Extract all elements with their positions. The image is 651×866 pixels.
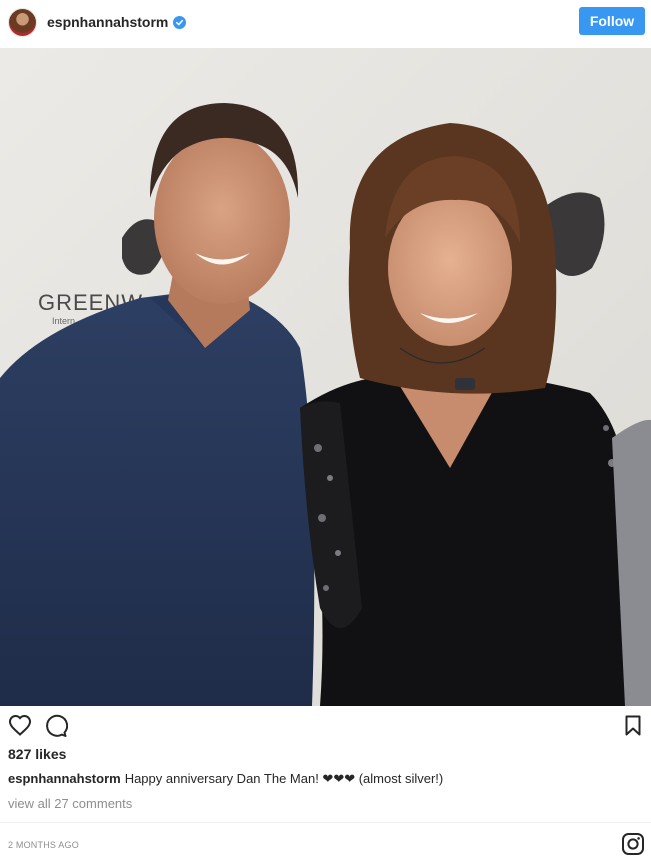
man-shirt [0, 288, 315, 706]
post-timestamp[interactable]: 2 MONTHS AGO [8, 840, 79, 850]
caption: espnhannahstorm Happy anniversary Dan The… [8, 771, 443, 787]
like-count[interactable]: 827 likes [8, 746, 66, 762]
verified-badge-icon [173, 15, 187, 29]
comment-icon[interactable] [44, 714, 69, 743]
woman-pendant [455, 378, 475, 390]
post-photo[interactable]: GREENW Intern [0, 48, 651, 706]
instagram-icon[interactable] [621, 832, 645, 861]
header-username[interactable]: espnhannahstorm [47, 14, 168, 30]
follow-button[interactable]: Follow [579, 7, 645, 35]
post-header: espnhannahstorm Follow [0, 0, 651, 44]
divider [0, 822, 651, 823]
action-bar [0, 710, 651, 744]
caption-username[interactable]: espnhannahstorm [8, 771, 121, 786]
view-comments-link[interactable]: view all 27 comments [8, 796, 132, 811]
avatar[interactable] [8, 7, 37, 37]
heart-icon[interactable] [8, 714, 32, 741]
caption-text: Happy anniversary Dan The Man! ❤❤❤ (almo… [124, 771, 444, 786]
man-face [154, 132, 290, 304]
bookmark-icon[interactable] [625, 715, 641, 741]
